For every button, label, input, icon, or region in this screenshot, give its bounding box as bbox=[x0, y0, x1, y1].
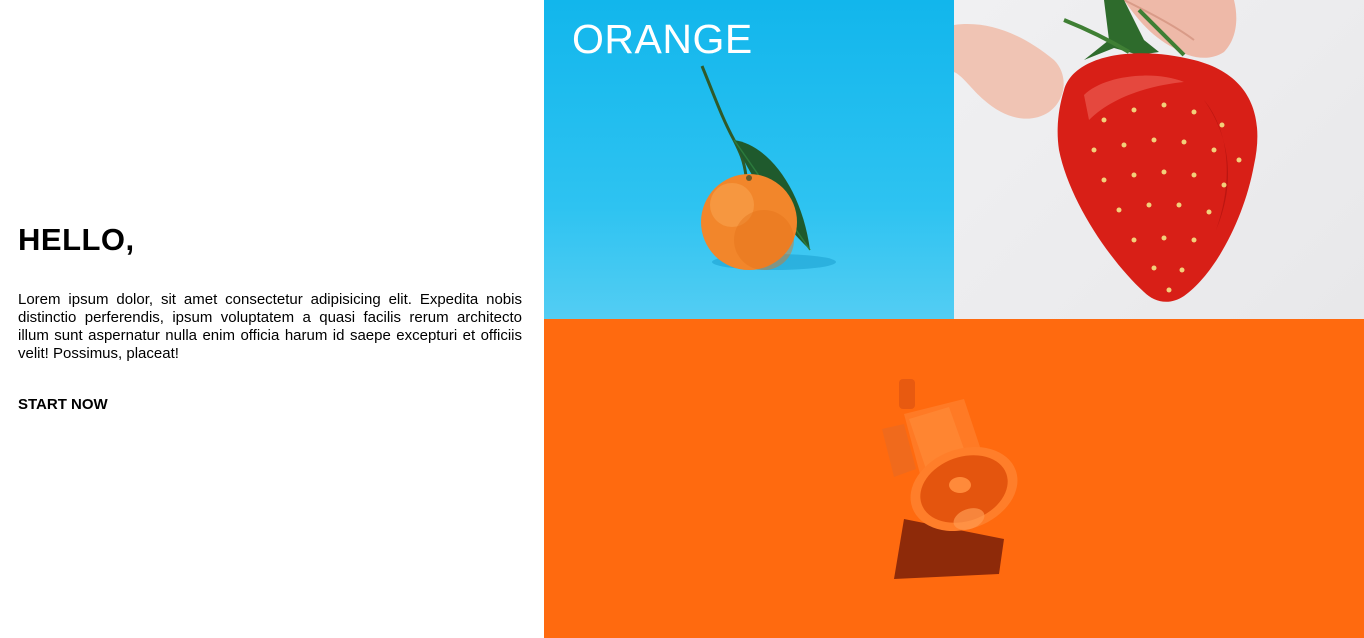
hero-title: HELLO, bbox=[18, 222, 135, 257]
hero-section: HELLO, Lorem ipsum dolor, sit amet conse… bbox=[0, 0, 544, 638]
megaphone-tile[interactable] bbox=[544, 319, 1364, 638]
start-now-link[interactable]: START NOW bbox=[18, 396, 108, 413]
strawberry-photo bbox=[954, 0, 1258, 302]
hero-text: Lorem ipsum dolor, sit amet consectetur … bbox=[18, 291, 522, 362]
megaphone-photo bbox=[882, 379, 1018, 579]
page: HELLO, Lorem ipsum dolor, sit amet conse… bbox=[0, 0, 1364, 638]
strawberry-tile[interactable] bbox=[954, 0, 1364, 319]
orange-tile-label: ORANGE bbox=[572, 16, 753, 62]
orange-tile[interactable]: ORANGE bbox=[544, 0, 954, 319]
